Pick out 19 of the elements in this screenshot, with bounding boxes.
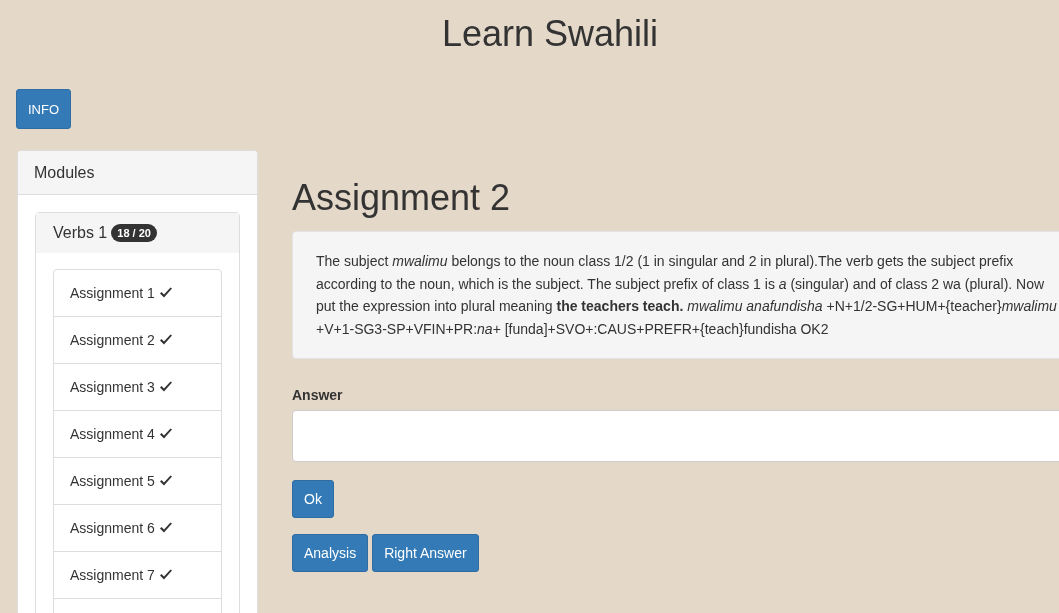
answer-field[interactable] [292, 410, 1059, 462]
progress-badge: 18 / 20 [111, 224, 157, 242]
ok-button[interactable]: Ok [292, 480, 334, 518]
action-button[interactable]: Right Answer [372, 534, 479, 572]
module-title[interactable]: Verbs 1 [53, 224, 108, 242]
description-text: The subject mwalimu belongs to the noun class 1/2 (1 in singular and 2 in plural).The verb gets the subject prefix according to the noun, which is the subject. The subject prefix of class 1 is a (singular) and of class 2 wa (plural). Now put the expression into plural meaning the teachers teach. mwalimu anafundisha +N+1/2-SG+HUM+{teacher}mwalimu +V+1-SG3-SP+VFIN+PR:na+ [funda]+SVO+:CAUS+PREFR+{teach}fundisha OK2 [316, 252, 1058, 339]
assignment-item[interactable]: Assignment 4 [53, 410, 222, 458]
answer-label: Answer [292, 387, 344, 403]
info-button[interactable]: INFO [16, 89, 72, 129]
assignment-heading: Assignment 2 [292, 178, 512, 218]
assignment-item[interactable]: Assignment 7 [53, 551, 222, 599]
action-button[interactable]: Analysis [292, 534, 369, 572]
panel-title: Modules [18, 151, 257, 195]
assignment-item[interactable]: Assignment 5 [53, 457, 222, 505]
assignment-item[interactable]: Assignment 2 [53, 316, 222, 364]
assignment-item[interactable]: Assignment 6 [53, 504, 222, 552]
assignment-item[interactable]: Assignment 3 [53, 363, 222, 411]
assignment-item[interactable]: Assignment 1 [53, 269, 222, 317]
page-title: Learn Swahili [440, 12, 660, 55]
